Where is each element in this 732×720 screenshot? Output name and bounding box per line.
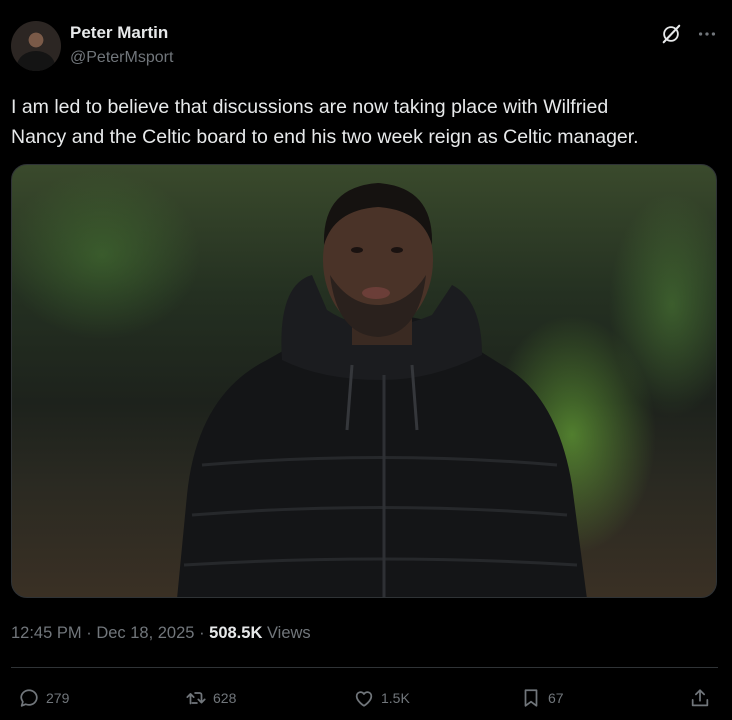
- grok-icon[interactable]: [660, 23, 682, 45]
- bookmark-icon: [524, 689, 538, 707]
- bookmark-count: 67: [548, 690, 564, 706]
- repost-button[interactable]: 628: [185, 686, 236, 710]
- reply-button[interactable]: 279: [18, 686, 69, 710]
- heart-icon: [355, 691, 373, 707]
- divider: [11, 667, 718, 668]
- more-icon[interactable]: [696, 23, 718, 45]
- repost-icon: [186, 692, 206, 705]
- tweet-date[interactable]: Dec 18, 2025: [96, 624, 194, 642]
- reply-count: 279: [46, 690, 70, 706]
- repost-count: 628: [213, 690, 237, 706]
- views-count: 508.5K: [209, 624, 263, 642]
- share-icon: [691, 689, 709, 707]
- tweet-photo[interactable]: [11, 164, 717, 598]
- separator: ·: [86, 624, 92, 642]
- tweet-text: I am led to believe that discussions are…: [11, 96, 639, 148]
- author-handle[interactable]: @PeterMsport: [70, 49, 173, 67]
- bookmark-button[interactable]: 67: [520, 686, 564, 710]
- tweet-time[interactable]: 12:45 PM: [11, 624, 82, 642]
- author-name[interactable]: Peter Martin: [70, 23, 168, 43]
- separator-2: ·: [199, 624, 205, 642]
- reply-icon: [20, 689, 38, 707]
- like-count: 1.5K: [381, 690, 410, 706]
- photo-illustration: [177, 183, 587, 597]
- avatar[interactable]: [11, 21, 61, 71]
- share-button[interactable]: [689, 686, 711, 710]
- timestamp-row: 12:45 PM · Dec 18, 2025 · 508.5K Views: [11, 624, 311, 643]
- views-label: Views: [266, 624, 311, 642]
- like-button[interactable]: 1.5K: [353, 686, 410, 710]
